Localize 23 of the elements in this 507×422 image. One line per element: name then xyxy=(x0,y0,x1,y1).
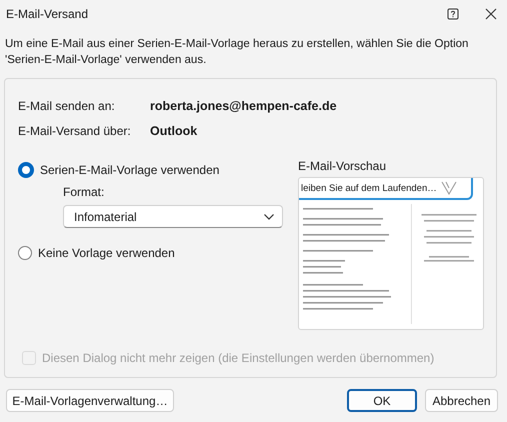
templates-button[interactable]: E-Mail-Vorlagenverwaltung… xyxy=(6,389,174,412)
preview-label: E-Mail-Vorschau xyxy=(298,159,386,173)
format-dropdown[interactable]: Infomaterial xyxy=(63,205,283,228)
close-icon[interactable] xyxy=(485,8,497,20)
radio-button[interactable] xyxy=(18,162,34,178)
detail-value: Outlook xyxy=(150,124,198,138)
intro-text: Um eine E-Mail aus einer Serien-E-Mail-Vorlage heraus zu erstellen, wählen Sie die Option 'Serien-E-Mail-Vorlage' verwenden aus. xyxy=(5,37,470,68)
radio-label[interactable]: Keine Vorlage verwenden xyxy=(38,246,175,260)
detail-label: E-Mail senden an: xyxy=(18,98,116,112)
help-icon[interactable] xyxy=(447,8,459,20)
v-mark-icon xyxy=(441,181,457,195)
ok-button[interactable]: OK xyxy=(347,389,417,412)
radio-label[interactable]: Serien-E-Mail-Vorlage verwenden xyxy=(40,163,220,177)
radio-option[interactable]: Keine Vorlage verwenden xyxy=(18,242,297,264)
preview-heading: leiben Sie auf dem Laufenden… xyxy=(301,182,438,194)
cancel-button[interactable]: Abbrechen xyxy=(425,389,498,412)
radio-button[interactable] xyxy=(18,246,32,260)
window-title: E-Mail-Versand xyxy=(6,7,90,21)
detail-label: E-Mail-Versand über: xyxy=(18,124,132,138)
radio-option[interactable]: Serien-E-Mail-Vorlage verwenden xyxy=(18,159,297,181)
detail-value: roberta.jones@hempen-cafe.de xyxy=(150,98,337,112)
chevron-down-icon xyxy=(264,214,274,220)
format-label: Format: xyxy=(63,185,104,199)
